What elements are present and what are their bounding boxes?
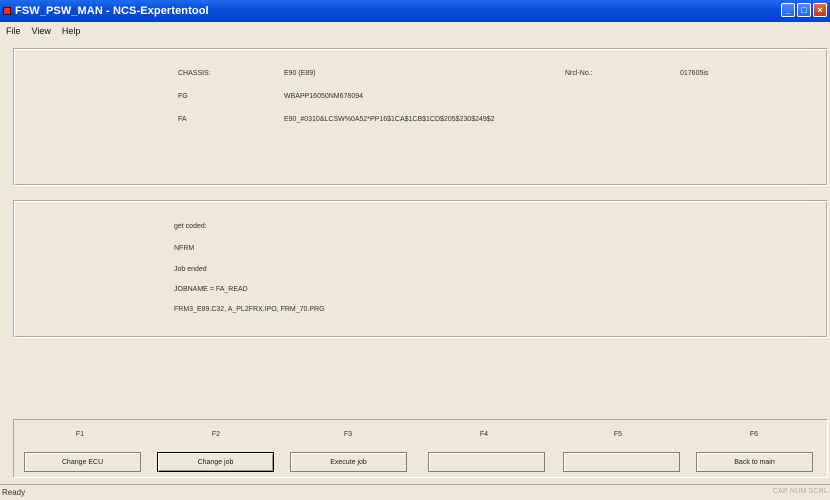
log-line: JOBNAME = FA_READ <box>174 286 248 293</box>
window-controls: _ □ × <box>781 3 827 17</box>
fg-label: FG <box>178 93 188 100</box>
job-log-panel <box>13 200 828 338</box>
change-ecu-button[interactable]: Change ECU <box>24 452 141 472</box>
close-icon[interactable]: × <box>813 3 827 17</box>
f3-label: F3 <box>343 431 353 438</box>
f4-label: F4 <box>479 431 489 438</box>
fa-label: FA <box>178 116 187 123</box>
fg-value: WBAPP16050NM678094 <box>284 93 363 100</box>
menu-help[interactable]: Help <box>56 26 86 36</box>
app-icon <box>3 7 11 15</box>
change-job-button[interactable]: Change job <box>157 452 274 472</box>
f5-label: F5 <box>613 431 623 438</box>
f6-label: F6 <box>749 431 759 438</box>
keyboard-indicators: CAP NUM SCRL <box>772 488 828 495</box>
minimize-icon[interactable]: _ <box>781 3 795 17</box>
f2-label: F2 <box>211 431 221 438</box>
chassis-label: CHASSIS: <box>178 70 211 77</box>
log-line: FRM3_E89.C32, A_PL2FRX.IPO, FRM_70.PRG <box>174 306 325 313</box>
nrcl-value: 017605is <box>680 70 709 77</box>
menu-bar: File View Help <box>0 22 830 40</box>
title-bar[interactable]: FSW_PSW_MAN - NCS-Expertentool _ □ × <box>0 0 830 22</box>
log-line: Job ended <box>174 266 207 273</box>
status-bar: Ready CAP NUM SCRL <box>0 484 830 500</box>
window-title: FSW_PSW_MAN - NCS-Expertentool <box>15 5 209 17</box>
menu-file[interactable]: File <box>0 26 26 36</box>
maximize-icon[interactable]: □ <box>797 3 811 17</box>
execute-job-button[interactable]: Execute job <box>290 452 407 472</box>
status-text: Ready <box>2 488 26 497</box>
f5-button[interactable] <box>563 452 680 472</box>
log-line: get coded: <box>174 223 207 230</box>
chassis-value: E90 (E89) <box>284 70 316 77</box>
f1-label: F1 <box>75 431 85 438</box>
menu-view[interactable]: View <box>26 26 56 36</box>
log-line: NFRM <box>174 245 195 252</box>
nrcl-label: Nrcl-No.: <box>565 70 593 77</box>
back-to-main-button[interactable]: Back to main <box>696 452 813 472</box>
f4-button[interactable] <box>428 452 545 472</box>
fa-value: E90_#0310&LCSW%0A52*PP16$1CA$1CB$1CD$205… <box>284 116 495 123</box>
